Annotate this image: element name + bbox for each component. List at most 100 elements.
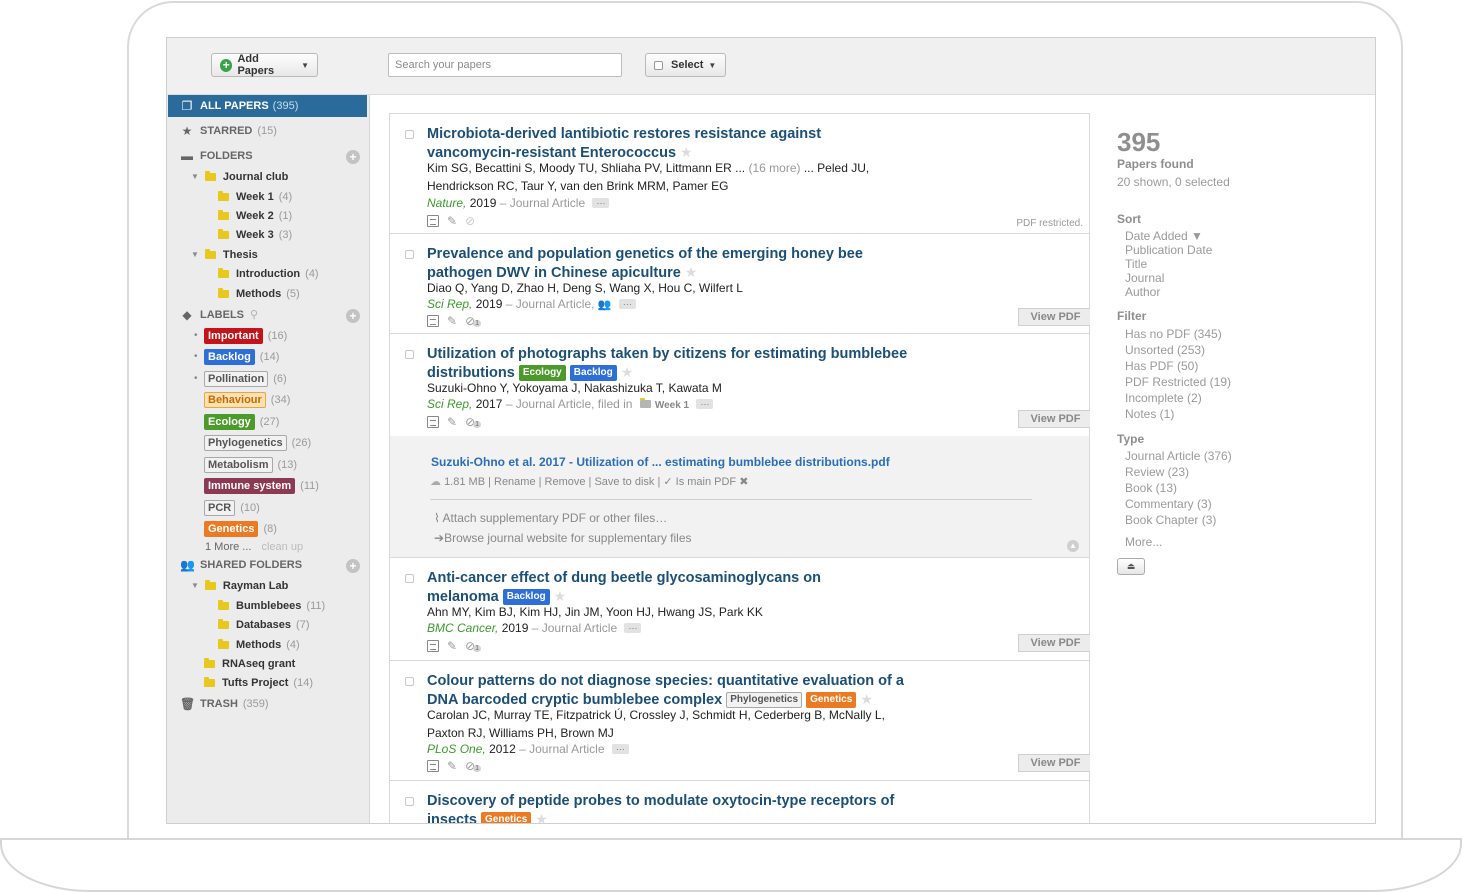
star-icon[interactable]: ★ [535, 811, 548, 823]
sidebar-label-important[interactable]: • Important (16) [194, 326, 287, 345]
sidebar-item-starred[interactable]: ★ STARRED (15) [180, 121, 277, 140]
type-option[interactable]: Book Chapter (3) [1125, 513, 1216, 527]
sidebar-label-pcr[interactable]: PCR (10) [204, 498, 260, 517]
sidebar-shared-databases[interactable]: Databases (7) [218, 615, 310, 634]
star-icon[interactable]: ★ [685, 264, 698, 280]
pencil-icon[interactable]: ✎ [447, 214, 457, 228]
type-option[interactable]: Journal Article (376) [1125, 449, 1232, 463]
paper-checkbox[interactable] [405, 130, 414, 139]
sidebar-folder-methods[interactable]: Methods (5) [218, 284, 300, 303]
paper-checkbox[interactable] [405, 677, 414, 686]
filter-option[interactable]: Has no PDF (345) [1125, 327, 1222, 341]
sidebar-shared-methods[interactable]: Methods (4) [218, 635, 300, 654]
paper-title[interactable]: Microbiota-derived lantibiotic restores … [427, 125, 967, 162]
pdf-file-link[interactable]: Suzuki-Ohno et al. 2017 - Utilization of… [431, 455, 890, 469]
pencil-icon[interactable]: ✎ [447, 759, 457, 773]
sidebar-label-phylogenetics[interactable]: Phylogenetics (26) [204, 433, 311, 452]
sidebar-label-behaviour[interactable]: Behaviour (34) [204, 390, 290, 409]
more-ellipsis-icon[interactable]: ··· [624, 623, 642, 633]
labels-more-link[interactable]: 1 More ... [205, 541, 251, 553]
filed-folder[interactable]: Week 1 [655, 400, 689, 411]
more-ellipsis-icon[interactable]: ··· [611, 744, 629, 754]
sidebar-folder-week-2[interactable]: Week 2 (1) [218, 206, 292, 225]
star-icon[interactable]: ★ [680, 144, 693, 160]
paper-card[interactable]: Utilization of photographs taken by citi… [389, 333, 1090, 437]
filter-option[interactable]: Unsorted (253) [1125, 343, 1205, 357]
filter-option[interactable]: Has PDF (50) [1125, 359, 1198, 373]
pencil-icon[interactable]: ✎ [447, 639, 457, 653]
search-input[interactable] [388, 53, 622, 77]
filter-option[interactable]: Incomplete (2) [1125, 391, 1202, 405]
paper-card[interactable]: Prevalence and population genetics of th… [389, 233, 1090, 334]
paper-card[interactable]: Discovery of peptide probes to modulate … [389, 780, 1090, 823]
sidebar-label-ecology[interactable]: Ecology (27) [204, 412, 279, 431]
sidebar-folder-week-3[interactable]: Week 3 (3) [218, 225, 292, 244]
paperclip-icon[interactable]: ⊘1 [465, 639, 482, 653]
add-folder-button[interactable]: + [346, 150, 360, 164]
sort-option[interactable]: Title [1125, 257, 1147, 271]
paperclip-icon[interactable]: ⊘1 [465, 759, 482, 773]
label-chip[interactable]: Genetics [481, 812, 532, 823]
sidebar-shared-bumblebees[interactable]: Bumblebees (11) [218, 596, 325, 615]
notes-icon[interactable] [427, 760, 439, 772]
sidebar-folder-week-1[interactable]: Week 1 (4) [218, 187, 292, 206]
browse-link[interactable]: ➔Browse journal website for supplementar… [434, 531, 692, 545]
sidebar-shared-rnaseq-grant[interactable]: RNAseq grant [204, 654, 295, 673]
paper-card[interactable]: Microbiota-derived lantibiotic restores … [389, 113, 1090, 234]
add-shared-folder-button[interactable]: + [346, 559, 360, 573]
pdf-meta-text[interactable]: 1.81 MB | Rename | Remove | Save to disk… [444, 476, 748, 488]
sidebar-label-pollination[interactable]: • Pollination (6) [194, 369, 287, 388]
more-ellipsis-icon[interactable]: ··· [618, 299, 636, 309]
view-pdf-button[interactable]: View PDF [1018, 754, 1090, 772]
add-label-button[interactable]: + [346, 309, 360, 323]
more-ellipsis-icon[interactable]: ··· [592, 198, 610, 208]
sidebar-section-folders[interactable]: ▬ FOLDERS [180, 146, 253, 165]
view-pdf-button[interactable]: View PDF [1018, 634, 1090, 652]
notes-icon[interactable] [427, 416, 439, 428]
paper-checkbox[interactable] [405, 797, 414, 806]
sidebar-folder-introduction[interactable]: Introduction (4) [218, 264, 319, 283]
add-papers-button[interactable]: + Add Papers ▼ [211, 53, 318, 77]
more-ellipsis-icon[interactable]: ··· [696, 399, 714, 409]
sidebar-label-immune-system[interactable]: Immune system (11) [204, 476, 319, 495]
sort-option[interactable]: Journal [1125, 271, 1164, 285]
pencil-icon[interactable]: ✎ [447, 415, 457, 429]
paper-title[interactable]: Prevalence and population genetics of th… [427, 245, 967, 282]
paper-title[interactable]: Discovery of peptide probes to modulate … [427, 792, 967, 823]
sort-option[interactable]: Author [1125, 285, 1160, 299]
view-pdf-button[interactable]: View PDF [1018, 410, 1090, 428]
star-icon[interactable]: ★ [554, 588, 567, 604]
paperclip-icon[interactable]: ⊘ [465, 214, 475, 228]
labels-cleanup-link[interactable]: clean up [261, 541, 303, 553]
paperclip-icon[interactable]: ⊘1 [465, 415, 482, 429]
sidebar-shared-tufts-project[interactable]: Tufts Project (14) [204, 673, 313, 692]
paper-card[interactable]: Colour patterns do not diagnose species:… [389, 660, 1090, 781]
type-option[interactable]: Book (13) [1125, 481, 1177, 495]
sidebar-shared-rayman-lab[interactable]: ▼ Rayman Lab [191, 576, 288, 595]
filter-option[interactable]: PDF Restricted (19) [1125, 375, 1231, 389]
paper-card[interactable]: Anti-cancer effect of dung beetle glycos… [389, 557, 1090, 661]
type-option[interactable]: Commentary (3) [1125, 497, 1212, 511]
pencil-icon[interactable]: ✎ [447, 314, 457, 328]
type-more-link[interactable]: More... [1125, 535, 1162, 549]
select-button[interactable]: Select ▼ [645, 53, 726, 77]
sidebar-item-trash[interactable]: 🗑 TRASH (359) [180, 694, 269, 713]
sidebar-folder-journal-club[interactable]: ▼ Journal club [191, 167, 288, 186]
sidebar-section-labels[interactable]: ◆ LABELS ⚲ [180, 305, 258, 324]
sidebar-label-backlog[interactable]: • Backlog (14) [194, 347, 279, 366]
star-icon[interactable]: ★ [860, 691, 873, 707]
sidebar-section-shared-folders[interactable]: 👥 SHARED FOLDERS [180, 555, 302, 574]
authors-more[interactable]: (16 more) [748, 161, 800, 175]
view-pdf-button[interactable]: View PDF [1018, 308, 1090, 326]
filter-option[interactable]: Notes (1) [1125, 407, 1174, 421]
paper-checkbox[interactable] [405, 574, 414, 583]
paper-title[interactable]: Anti-cancer effect of dung beetle glycos… [427, 569, 967, 606]
collapse-icon[interactable]: ▲ [1067, 540, 1079, 552]
sidebar-label-genetics[interactable]: Genetics (8) [204, 519, 277, 538]
paper-title[interactable]: Colour patterns do not diagnose species:… [427, 672, 987, 709]
notes-icon[interactable] [427, 215, 439, 227]
sidebar-folder-thesis[interactable]: ▼ Thesis [191, 245, 258, 264]
sidebar-item-all-papers[interactable]: ❐ ALL PAPERS (395) [168, 95, 367, 117]
notes-icon[interactable] [427, 640, 439, 652]
paper-checkbox[interactable] [405, 350, 414, 359]
